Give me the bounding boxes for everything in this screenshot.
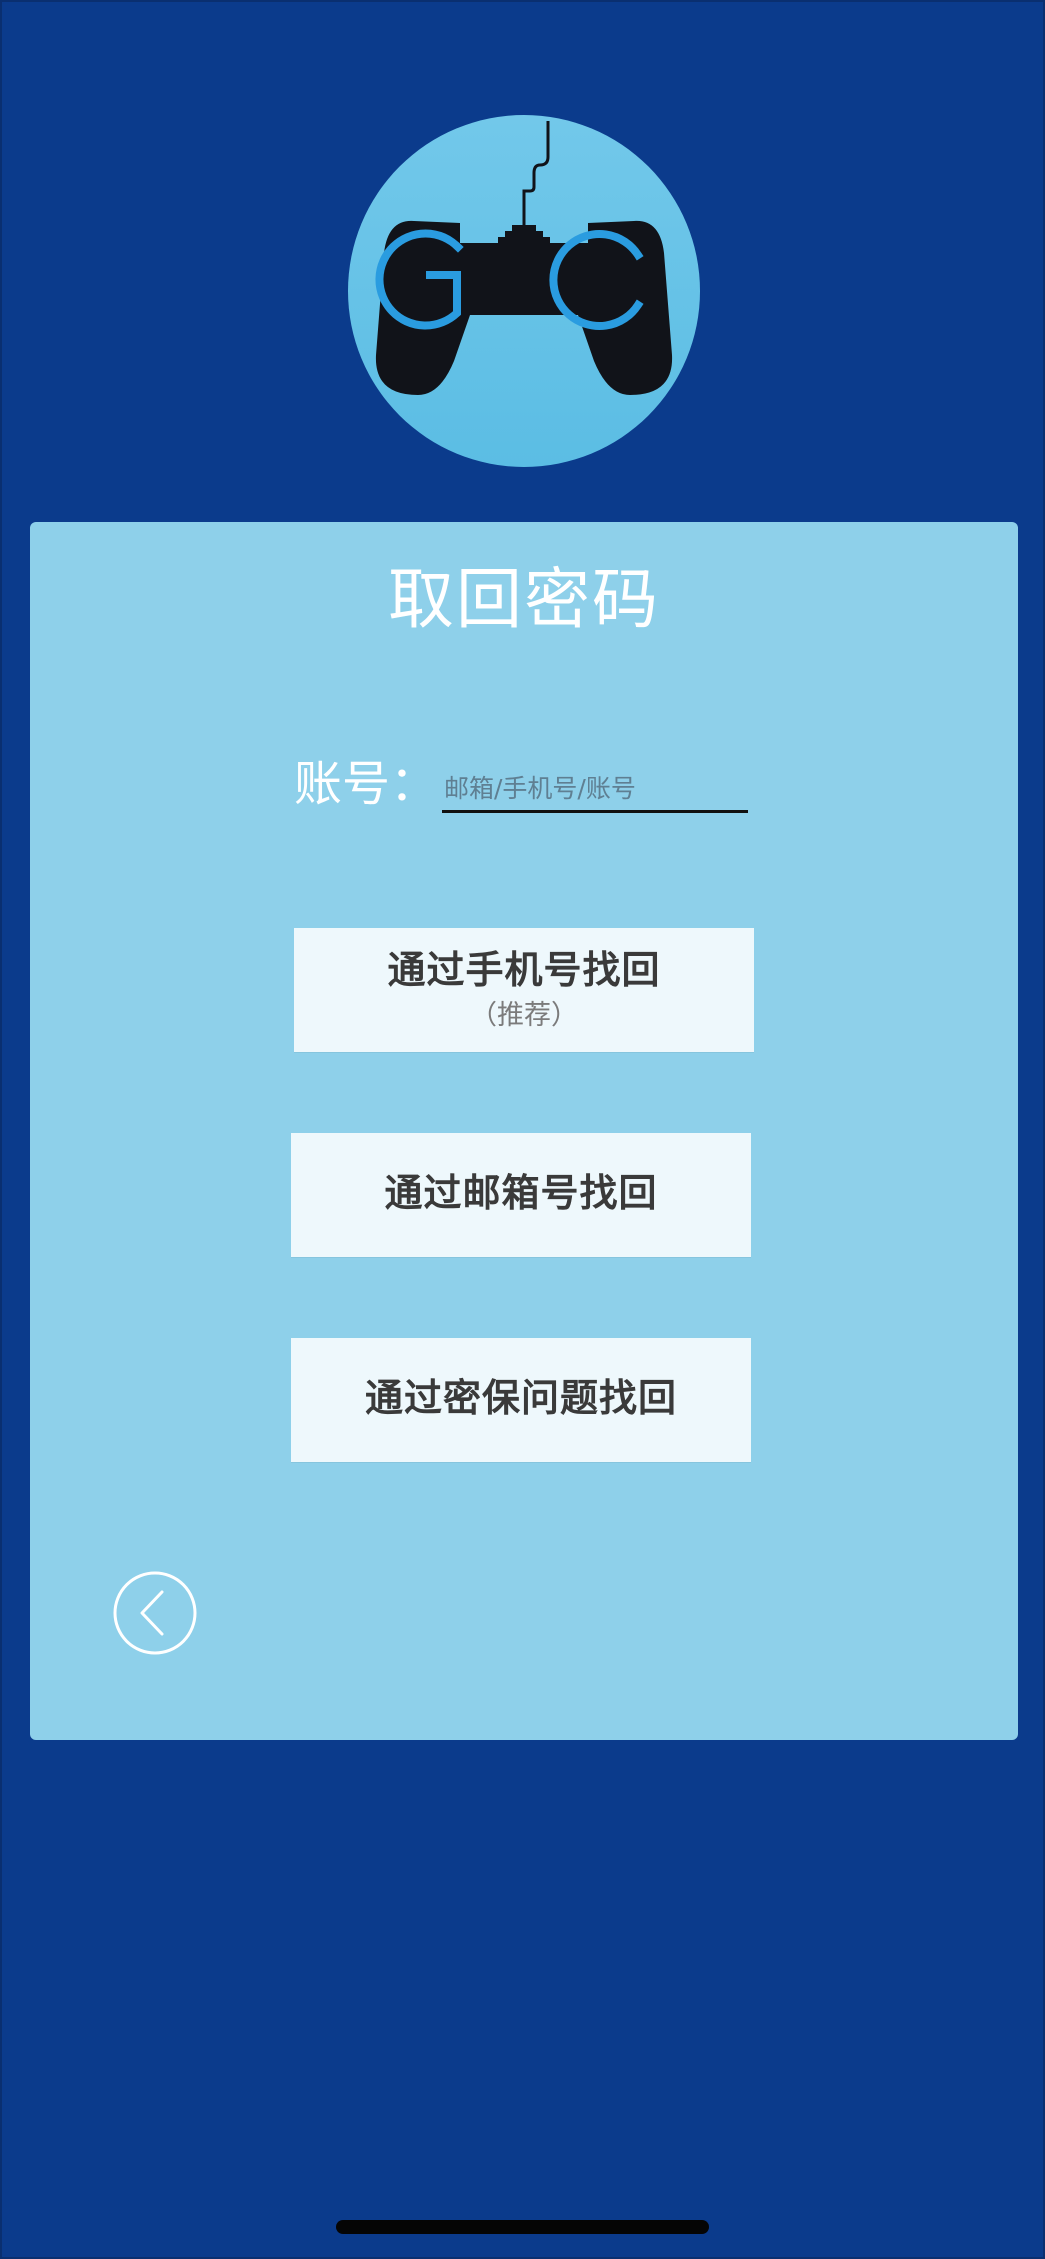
home-indicator[interactable] (336, 2220, 709, 2234)
recover-by-phone-button[interactable]: 通过手机号找回 （推荐） (294, 928, 754, 1052)
recover-password-card: 取回密码 账号： 通过手机号找回 （推荐） 通过邮箱号找回 通过密保问题找回 (30, 522, 1018, 1740)
page-title: 取回密码 (388, 561, 660, 638)
recover-by-email-button[interactable]: 通过邮箱号找回 (291, 1133, 751, 1257)
gamepad-icon (348, 115, 700, 467)
recover-by-email-label: 通过邮箱号找回 (384, 1173, 658, 1216)
account-row: 账号： (294, 760, 794, 840)
recover-by-security-question-button[interactable]: 通过密保问题找回 (291, 1338, 751, 1462)
recommended-note: （推荐） (470, 999, 578, 1030)
account-label: 账号： (294, 756, 439, 812)
recover-by-security-question-label: 通过密保问题找回 (364, 1378, 677, 1421)
chevron-left-icon (113, 1571, 197, 1655)
recover-by-phone-label: 通过手机号找回 (387, 950, 661, 992)
back-button[interactable] (112, 1570, 198, 1656)
app-logo (348, 115, 700, 467)
account-input[interactable] (442, 766, 748, 813)
screen: 取回密码 账号： 通过手机号找回 （推荐） 通过邮箱号找回 通过密保问题找回 (0, 0, 1045, 2259)
